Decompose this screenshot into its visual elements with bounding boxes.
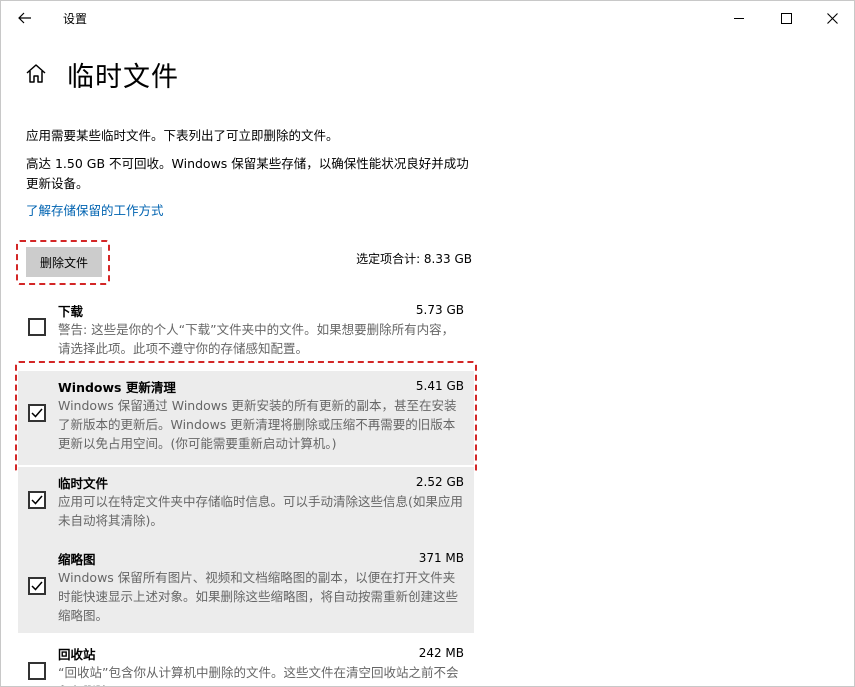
item-description: Windows 保留通过 Windows 更新安装的所有更新的副本，甚至在安装了… (58, 398, 457, 451)
list-item-windows-update-cleanup[interactable]: Windows 更新清理 5.41 GB Windows 保留通过 Window… (18, 371, 474, 465)
maximize-icon (780, 12, 792, 24)
minimize-icon (734, 17, 744, 19)
checkbox[interactable] (28, 318, 46, 336)
title-bar: 设置 (1, 1, 854, 35)
list-item-recycle-bin[interactable]: 回收站 242 MB “回收站”包含你从计算机中删除的文件。这些文件在清空回收站… (18, 635, 474, 686)
home-icon (26, 64, 46, 83)
checkbox[interactable] (28, 491, 46, 509)
checkmark-icon (31, 581, 43, 591)
item-size: 242 MB (418, 646, 464, 660)
item-name: Windows 更新清理 (58, 379, 176, 395)
checkmark-icon (31, 408, 43, 418)
item-description: “回收站”包含你从计算机中删除的文件。这些文件在清空回收站之前不会永久删除。 (58, 665, 459, 686)
back-arrow-icon (18, 12, 31, 24)
delete-files-button[interactable]: 删除文件 (26, 247, 102, 277)
close-button[interactable] (809, 1, 854, 35)
checkmark-icon (31, 495, 43, 505)
item-size: 371 MB (418, 551, 464, 565)
page-title: 临时文件 (67, 62, 179, 93)
item-name: 回收站 (58, 646, 96, 662)
item-description: Windows 保留所有图片、视频和文档缩略图的副本，以便在打开文件夹时能快速显… (58, 570, 459, 623)
checkbox[interactable] (28, 404, 46, 422)
item-size: 5.73 GB (415, 303, 464, 317)
home-button[interactable] (23, 61, 49, 87)
maximize-button[interactable] (763, 1, 809, 35)
settings-window: 设置 临时文件 应用需要某些临时文件。下表列出了可立即删除的文件。 高达 1.5… (0, 0, 855, 687)
list-item-downloads[interactable]: 下载 5.73 GB 警告: 这些是你的个人“下载”文件夹中的文件。如果想要删除… (18, 295, 474, 359)
list-item-thumbnails[interactable]: 缩略图 371 MB Windows 保留所有图片、视频和文档缩略图的副本，以便… (18, 537, 474, 633)
selected-total: 选定项合计: 8.33 GB (356, 252, 472, 266)
item-description: 应用可以在特定文件夹中存储临时信息。可以手动清除这些信息(如果应用未自动将其清除… (58, 494, 463, 528)
list-item-temp-files[interactable]: 临时文件 2.52 GB 应用可以在特定文件夹中存储临时信息。可以手动清除这些信… (18, 467, 474, 537)
item-description: 警告: 这些是你的个人“下载”文件夹中的文件。如果想要删除所有内容，请选择此项。… (58, 322, 455, 356)
learn-storage-link[interactable]: 了解存储保留的工作方式 (26, 200, 164, 219)
intro-text: 应用需要某些临时文件。下表列出了可立即删除的文件。 (26, 128, 339, 143)
back-button[interactable] (11, 5, 39, 31)
item-name: 临时文件 (58, 475, 109, 491)
checkbox[interactable] (28, 662, 46, 680)
close-icon (826, 12, 838, 24)
item-name: 缩略图 (58, 551, 96, 567)
item-name: 下载 (58, 303, 84, 319)
app-title: 设置 (63, 12, 88, 26)
minimize-button[interactable] (716, 1, 762, 35)
item-size: 5.41 GB (415, 379, 464, 393)
checkbox[interactable] (28, 577, 46, 595)
item-size: 2.52 GB (415, 475, 464, 489)
reserve-text: 高达 1.50 GB 不可回收。Windows 保留某些存储，以确保性能状况良好… (26, 156, 469, 191)
